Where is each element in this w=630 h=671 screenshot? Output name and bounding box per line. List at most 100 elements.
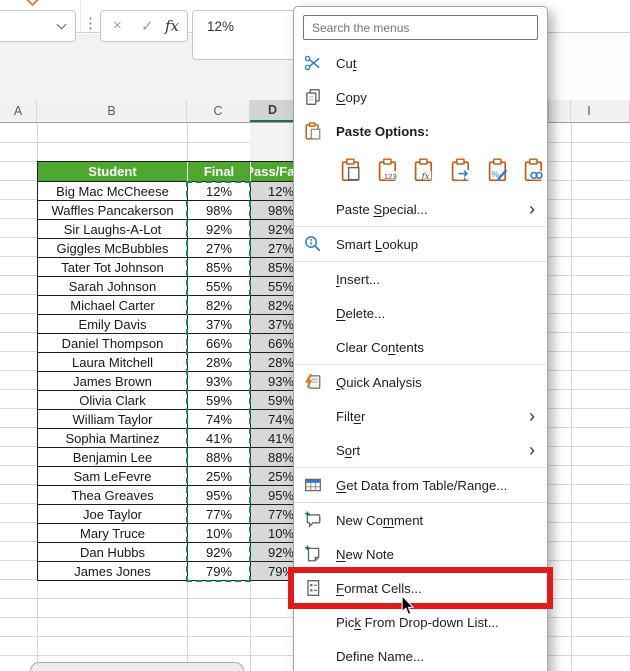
insert-function-icon[interactable]: fx [165,17,179,35]
final-grade-cell[interactable]: 37% [188,315,251,334]
student-name-cell[interactable]: Laura Mitchell [38,353,188,372]
final-grade-cell[interactable]: 28% [188,353,251,372]
paste-link-icon[interactable] [521,157,547,183]
final-grade-cell[interactable]: 12% [188,182,251,201]
pass-fail-cell[interactable]: 37% [251,315,297,334]
student-name-cell[interactable]: Daniel Thompson [38,334,188,353]
student-name-cell[interactable]: Joe Taylor [38,505,188,524]
final-grade-cell[interactable]: 41% [188,429,251,448]
final-grade-cell[interactable]: 25% [188,467,251,486]
column-header-C[interactable]: C [187,100,250,122]
student-name-cell[interactable]: Emily Davis [38,315,188,334]
student-name-cell[interactable]: Thea Greaves [38,486,188,505]
final-grade-cell[interactable]: 92% [188,543,251,562]
student-name-cell[interactable]: Sophia Martinez [38,429,188,448]
paste-formulas-icon[interactable]: fx [411,157,437,183]
menu-item-smart-lookup[interactable]: Smart Lookup [294,227,547,261]
cancel-icon[interactable]: × [113,17,122,34]
final-grade-cell[interactable]: 85% [188,258,251,277]
pass-fail-cell[interactable]: 85% [251,258,297,277]
final-grade-cell[interactable]: 10% [188,524,251,543]
pass-fail-cell[interactable]: 10% [251,524,297,543]
final-grade-cell[interactable]: 59% [188,391,251,410]
paste-transpose-icon[interactable] [448,157,474,183]
pass-fail-cell[interactable]: 55% [251,277,297,296]
pass-fail-cell[interactable]: 98% [251,201,297,220]
student-name-cell[interactable]: Olivia Clark [38,391,188,410]
search-input[interactable] [303,15,538,40]
final-grade-cell[interactable]: 93% [188,372,251,391]
menu-item-insert[interactable]: Insert... [294,262,547,296]
pass-fail-cell[interactable]: 25% [251,467,297,486]
menu-item-format-cells[interactable]: Format Cells... [288,567,553,609]
student-name-cell[interactable]: Waffles Pancakerson [38,201,188,220]
final-grade-cell[interactable]: 27% [188,239,251,258]
final-grade-cell[interactable]: 79% [188,562,251,581]
column-header-B[interactable]: B [37,100,187,122]
menu-item-filter[interactable]: Filter › [294,399,547,433]
student-name-cell[interactable]: Giggles McBubbles [38,239,188,258]
menu-item-paste-options[interactable]: Paste Options: [294,114,547,148]
name-box[interactable] [0,10,76,42]
menu-item-quick-analysis[interactable]: Quick Analysis [294,365,547,399]
final-grade-cell[interactable]: 98% [188,201,251,220]
student-name-cell[interactable]: Benjamin Lee [38,448,188,467]
menu-item-new-note[interactable]: New Note [294,537,547,571]
student-name-cell[interactable]: James Brown [38,372,188,391]
final-grade-cell[interactable]: 95% [188,486,251,505]
menu-item-define-name[interactable]: Define Name... [294,639,547,671]
student-name-cell[interactable]: Michael Carter [38,296,188,315]
enter-icon[interactable]: ✓ [141,17,154,35]
final-grade-cell[interactable]: 82% [188,296,251,315]
menu-item-new-comment[interactable]: New Comment [294,503,547,537]
pass-fail-cell[interactable]: 74% [251,410,297,429]
student-name-cell[interactable]: Sir Laughs-A-Lot [38,220,188,239]
paste-keep-source-icon[interactable] [338,157,364,183]
final-grade-cell[interactable]: 77% [188,505,251,524]
pass-fail-cell[interactable]: 82% [251,296,297,315]
paste-values-icon[interactable]: 123 [375,157,401,183]
table-header-cell[interactable]: Student [38,162,188,182]
paste-formatting-icon[interactable]: % [485,157,511,183]
pass-fail-cell[interactable]: 59% [251,391,297,410]
student-name-cell[interactable]: Big Mac McCheese [38,182,188,201]
menu-item-paste-special[interactable]: Paste Special... › [294,192,547,226]
pass-fail-cell[interactable]: 92% [251,220,297,239]
pass-fail-cell[interactable]: 92% [251,543,297,562]
menu-item-sort[interactable]: Sort › [294,433,547,467]
formula-bar-input[interactable]: 12% [192,10,308,60]
menu-item-clear-contents[interactable]: Clear Contents [294,330,547,364]
final-grade-cell[interactable]: 92% [188,220,251,239]
student-name-cell[interactable]: Tater Tot Johnson [38,258,188,277]
pass-fail-cell[interactable]: 88% [251,448,297,467]
table-header-cell[interactable]: Pass/Fail [251,162,297,182]
table-header-cell[interactable]: Final [188,162,251,182]
pass-fail-cell[interactable]: 28% [251,353,297,372]
final-grade-cell[interactable]: 74% [188,410,251,429]
menu-item-copy[interactable]: Copy [294,80,547,114]
pass-fail-cell[interactable]: 41% [251,429,297,448]
pass-fail-cell[interactable]: 12% [251,182,297,201]
student-name-cell[interactable]: Dan Hubbs [38,543,188,562]
column-header-D[interactable]: D [250,100,296,122]
student-name-cell[interactable]: Sam LeFevre [38,467,188,486]
student-name-cell[interactable]: William Taylor [38,410,188,429]
final-grade-cell[interactable]: 55% [188,277,251,296]
pass-fail-cell[interactable]: 77% [251,505,297,524]
formula-bar-dots-icon[interactable]: ⋮ [83,14,98,32]
final-grade-cell[interactable]: 66% [188,334,251,353]
pass-fail-cell[interactable]: 66% [251,334,297,353]
menu-item-pick-from-drop-down-list[interactable]: Pick From Drop-down List... [294,605,547,639]
chevron-down-icon[interactable] [56,19,67,30]
student-name-cell[interactable]: Mary Truce [38,524,188,543]
pass-fail-cell[interactable]: 95% [251,486,297,505]
student-name-cell[interactable]: James Jones [38,562,188,581]
pass-fail-cell[interactable]: 27% [251,239,297,258]
pass-fail-cell[interactable]: 79% [251,562,297,581]
menu-item-cut[interactable]: Cut [294,46,547,80]
column-header-A[interactable]: A [0,100,37,122]
pass-fail-cell[interactable]: 93% [251,372,297,391]
student-name-cell[interactable]: Sarah Johnson [38,277,188,296]
final-grade-cell[interactable]: 88% [188,448,251,467]
menu-item-get-data-from-table-range[interactable]: Get Data from Table/Range... [294,468,547,502]
